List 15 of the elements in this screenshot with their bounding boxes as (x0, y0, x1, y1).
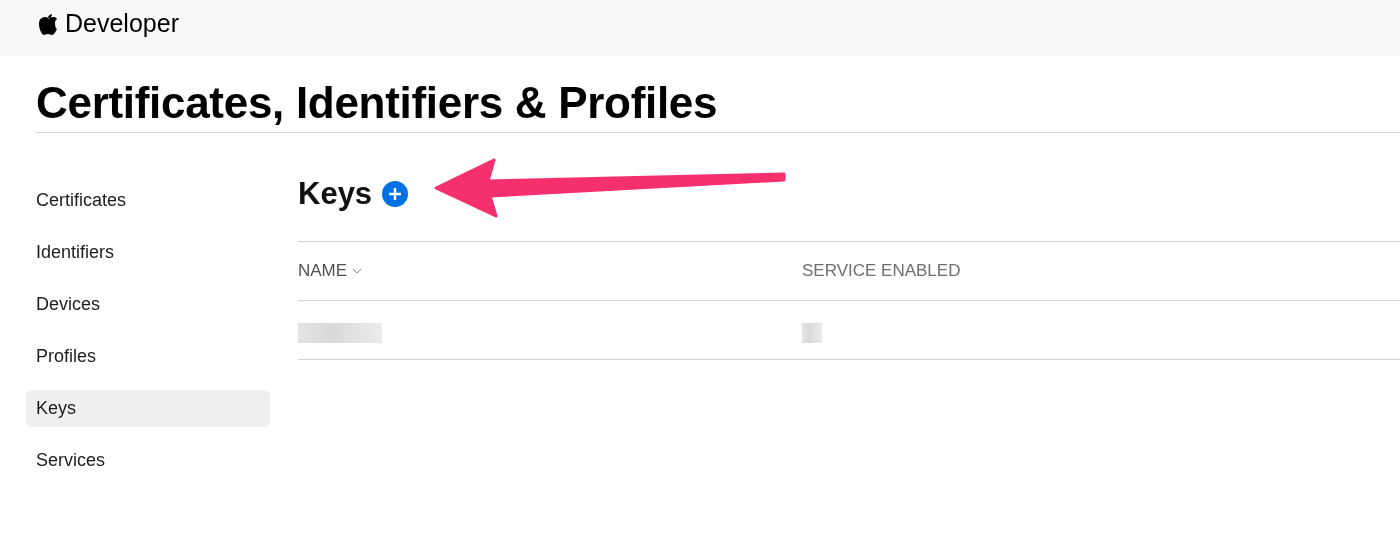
sidebar-item[interactable]: Certificates (26, 182, 270, 219)
section-title: Keys (298, 176, 373, 212)
add-button[interactable] (382, 181, 409, 207)
page-title: Certificates, Identifiers & Profiles (36, 78, 1400, 133)
sidebar-item[interactable]: Keys (26, 390, 270, 427)
sidebar-item[interactable]: Profiles (26, 338, 270, 375)
column-header[interactable]: SERVICE ENABLED (802, 261, 961, 281)
plus-icon (388, 187, 403, 201)
brand-name[interactable]: Developer (65, 8, 179, 38)
sidebar-item[interactable]: Services (26, 442, 270, 479)
column-header[interactable]: NAME (298, 261, 363, 281)
redacted-block (802, 323, 822, 343)
chevron-down-icon (352, 268, 363, 274)
sidebar-item[interactable]: Identifiers (26, 234, 270, 271)
sidebar-item[interactable]: Devices (26, 286, 270, 323)
